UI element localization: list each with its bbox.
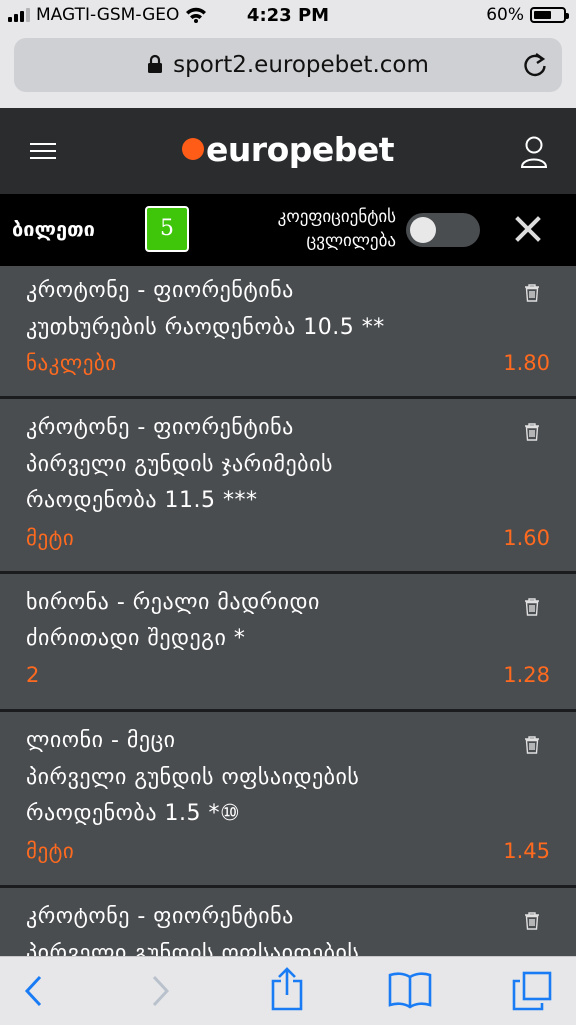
app-header: europebet (0, 108, 576, 194)
bet-odd: 1.45 (503, 839, 550, 863)
tabs-icon[interactable] (512, 971, 552, 1011)
trash-icon[interactable] (524, 598, 540, 616)
share-icon[interactable] (270, 967, 304, 1011)
lock-icon (148, 54, 163, 73)
logo-text: europebet (205, 130, 395, 169)
bet-pick: 2 (26, 663, 40, 687)
bet-item: კროტონე - ფიორენტინა კუთხურების რაოდენობ… (0, 266, 576, 399)
bet-odd: 1.80 (503, 351, 550, 375)
bet-item: ლიონი - მეცი პირველი გუნდის ოფსაიდების რ… (0, 712, 576, 888)
bet-line: ლიონი - მეცი (26, 728, 176, 753)
bet-odd: 1.28 (503, 663, 550, 687)
bet-pick: მეტი (26, 526, 75, 550)
bet-line: ძირითადი შედეგი * (26, 626, 246, 651)
ticket-label: ბილეთი (12, 217, 95, 241)
bet-line: პირველი გუნდის ოფსაიდების (26, 941, 360, 956)
bet-item: კროტონე - ფიორენტინა პირველი გუნდის ჯარი… (0, 399, 576, 574)
status-bar: MAGTI-GSM-GEO 4:23 PM 60% (0, 0, 576, 34)
toggle-knob (410, 217, 436, 243)
bet-line: ხირონა - რეალი მადრიდი (26, 590, 320, 615)
bet-item: კროტონე - ფიორენტინა პირველი გუნდის ოფსა… (0, 888, 576, 956)
bet-line: კროტონე - ფიორენტინა (26, 415, 294, 440)
battery-group: 60% (486, 5, 569, 25)
bet-line: რაოდენობა 1.5 *⑩ (26, 801, 241, 826)
forward-icon[interactable] (150, 973, 172, 1009)
bet-line: კუთხურების რაოდენობა 10.5 ** (26, 315, 385, 340)
ticket-bar: ბილეთი 5 კოეფიციენტის ცვლილება (0, 194, 576, 266)
bet-pick: მეტი (26, 839, 75, 863)
reload-icon[interactable] (522, 51, 548, 79)
bet-item: ხირონა - რეალი მადრიდი ძირითადი შედეგი *… (0, 574, 576, 712)
logo-dot-icon (181, 137, 204, 160)
logo[interactable]: europebet (0, 130, 576, 169)
bet-line: კროტონე - ფიორენტინა (26, 278, 294, 303)
odds-change-line1: კოეფიციენტის (277, 207, 396, 227)
trash-icon[interactable] (524, 912, 540, 930)
odds-change-line2: ცვლილება (306, 231, 396, 251)
bet-line: პირველი გუნდის ოფსაიდების (26, 765, 360, 790)
browser-toolbar (0, 956, 576, 1025)
odds-change-toggle[interactable] (406, 213, 480, 247)
back-icon[interactable] (22, 973, 44, 1009)
odds-change-label: კოეფიციენტის ცვლილება (268, 205, 396, 253)
bet-line: პირველი გუნდის ჯარიმების (26, 452, 333, 477)
url-text: sport2.europebet.com (173, 52, 429, 78)
trash-icon[interactable] (524, 284, 540, 302)
bet-line: კროტონე - ფიორენტინა (26, 904, 294, 929)
bet-odd: 1.60 (503, 526, 550, 550)
bet-line: რაოდენობა 11.5 *** (26, 488, 258, 513)
battery-percent: 60% (486, 5, 524, 25)
battery-icon (530, 7, 569, 23)
close-icon[interactable] (514, 215, 542, 243)
trash-icon[interactable] (524, 423, 540, 441)
address-bar[interactable]: sport2.europebet.com (14, 38, 562, 92)
user-icon[interactable] (520, 135, 548, 169)
bet-list: კროტონე - ფიორენტინა კუთხურების რაოდენობ… (0, 266, 576, 956)
url-display[interactable]: sport2.europebet.com (14, 52, 562, 78)
bet-pick: ნაკლები (26, 351, 117, 375)
bookmarks-icon[interactable] (388, 971, 432, 1009)
browser-address-area: sport2.europebet.com (0, 34, 576, 108)
trash-icon[interactable] (524, 736, 540, 754)
ticket-count-badge: 5 (145, 206, 189, 252)
